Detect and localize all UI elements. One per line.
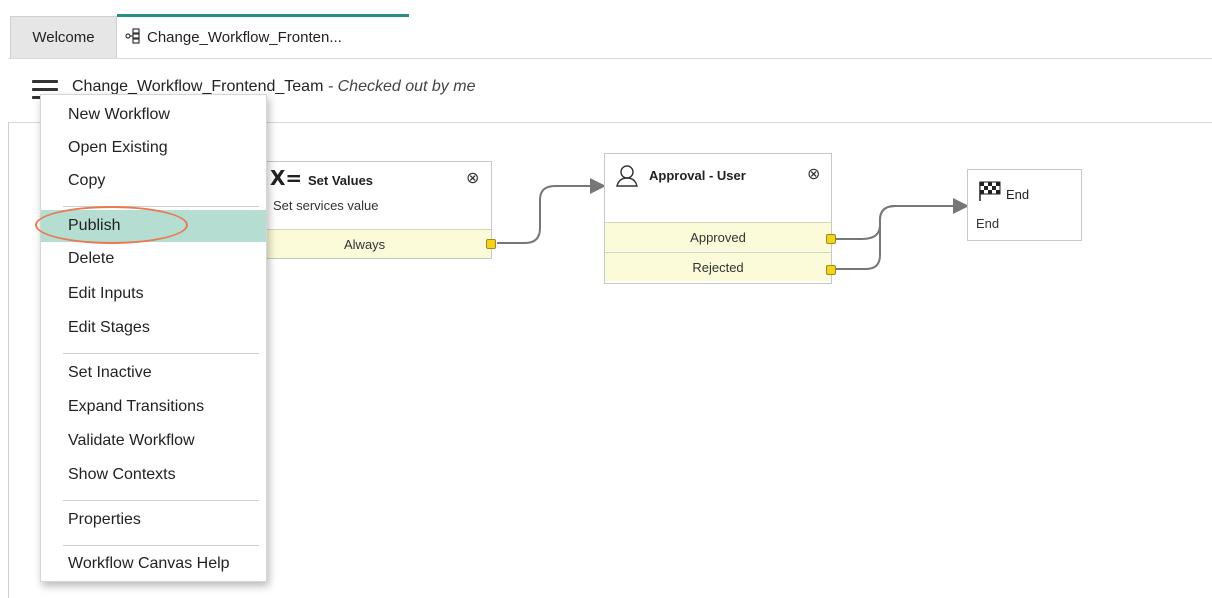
tab-workflow-label: Change_Workflow_Fronten... [147,29,342,46]
condition-label: Always [344,237,386,252]
user-icon [615,164,641,193]
set-values-icon: X= [270,166,303,190]
activity-title: End [1006,187,1030,202]
menu-item-edit-stages[interactable]: Edit Stages [41,312,266,344]
condition-label: Approved [690,230,746,245]
condition-approved: Approved [605,222,831,251]
checkout-status: - Checked out by me [323,78,476,95]
condition-rejected: Rejected [605,252,831,281]
activity-end[interactable]: End End [967,169,1082,241]
menu-item-copy[interactable]: Copy [41,165,266,197]
menu-item-edit-inputs[interactable]: Edit Inputs [41,278,266,310]
menu-item-set-inactive[interactable]: Set Inactive [41,357,266,389]
menu-separator [63,206,259,207]
canvas-left-border [8,122,9,598]
top-strip [0,0,1212,12]
close-icon[interactable]: ⊗ [466,168,479,187]
tab-welcome-label: Welcome [32,29,95,46]
activity-description: End [976,216,1000,231]
activity-approval-user[interactable]: Approval - User ⊗ Approved Rejected [604,153,836,284]
close-icon[interactable]: ⊗ [807,164,820,183]
menu-item-show-contexts[interactable]: Show Contexts [41,459,266,491]
menu-item-new-workflow[interactable]: New Workflow [41,99,266,131]
workflow-context-menu: New Workflow Open Existing Copy Publish … [40,94,267,582]
menu-separator [63,500,259,501]
menu-item-validate-workflow[interactable]: Validate Workflow [41,425,266,457]
activity-description: Set services value [273,198,379,213]
menu-item-expand-transitions[interactable]: Expand Transitions [41,391,266,423]
condition-port[interactable] [826,234,836,244]
workflow-name: Change_Workflow_Frontend_Team [72,78,324,95]
menu-item-delete[interactable]: Delete [41,243,266,275]
condition-label: Rejected [692,260,744,275]
tab-bar: Welcome Change_Workflow_Fronten... [8,12,1212,59]
tab-welcome[interactable]: Welcome [10,16,117,58]
tab-workflow[interactable]: Change_Workflow_Fronten... [117,14,409,58]
workflow-icon [125,27,141,48]
activity-title: Set Values [308,173,374,188]
checkered-flag-icon [978,180,1002,207]
menu-separator [63,353,259,354]
activity-title: Approval - User [649,168,746,183]
menu-item-publish[interactable]: Publish [41,210,266,242]
condition-port[interactable] [826,265,836,275]
condition-port[interactable] [486,239,496,249]
menu-item-properties[interactable]: Properties [41,504,266,536]
menu-separator [63,545,259,546]
menu-item-workflow-canvas-help[interactable]: Workflow Canvas Help [41,548,266,580]
menu-item-open-existing[interactable]: Open Existing [41,132,266,164]
